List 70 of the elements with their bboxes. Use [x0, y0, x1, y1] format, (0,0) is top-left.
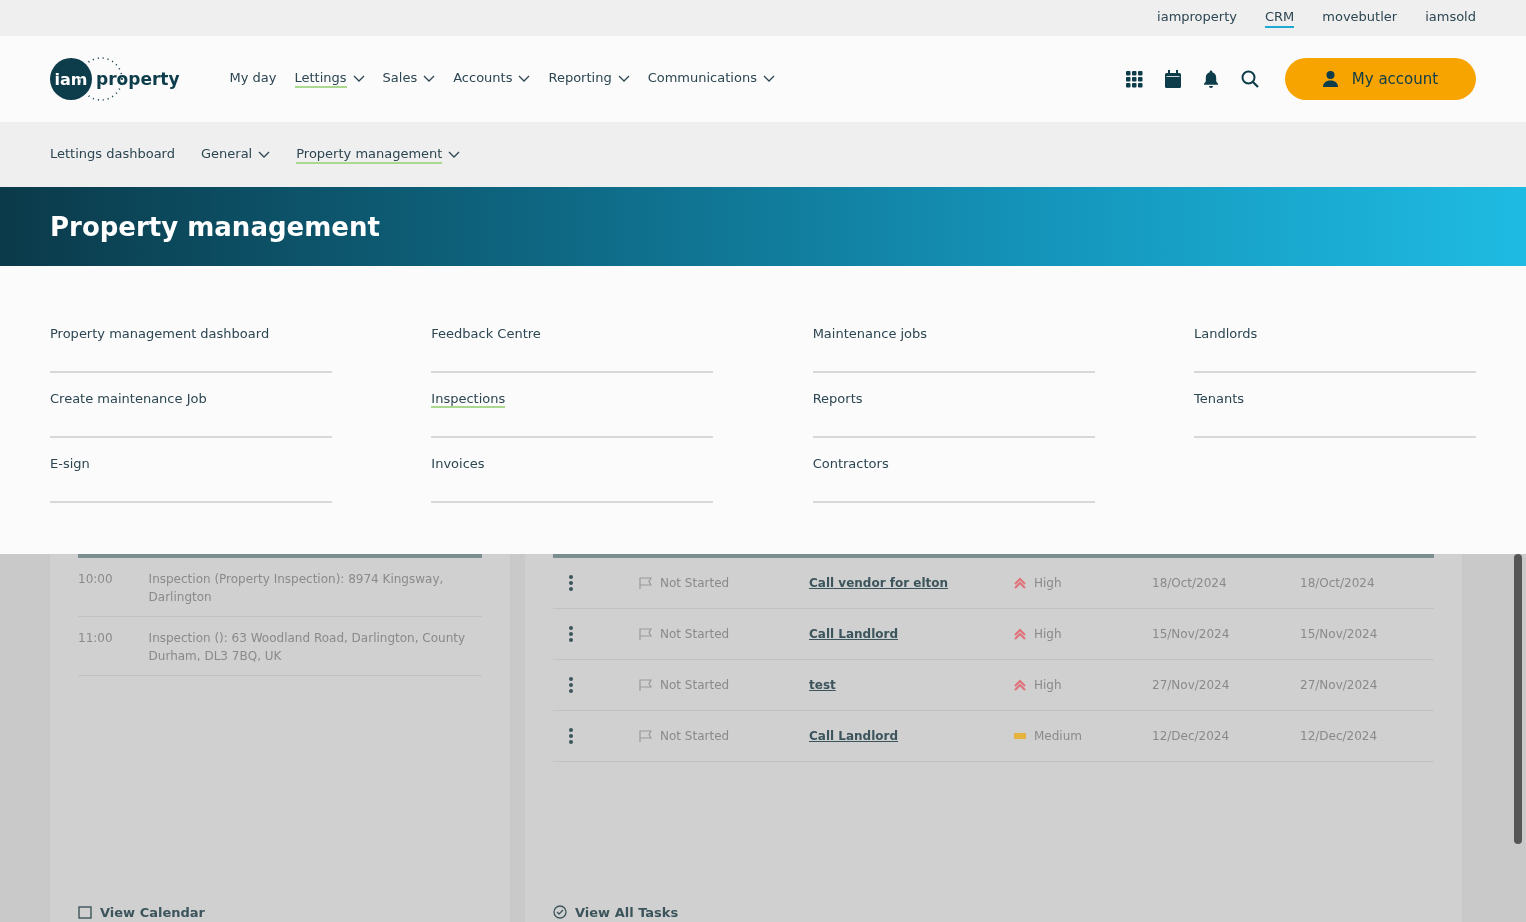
task-link[interactable]: Call Landlord — [809, 729, 899, 743]
event-text: Inspection (Property Inspection): 8974 Kingsway, Darlington — [148, 571, 445, 606]
calendar-icon[interactable] — [1165, 70, 1181, 88]
flag-icon — [639, 730, 652, 742]
menu-link[interactable]: Reports — [812, 391, 863, 408]
apps-grid-icon[interactable] — [1126, 70, 1143, 88]
nav-link[interactable]: Accounts — [453, 70, 513, 88]
subnav-link[interactable]: General — [201, 145, 253, 164]
view-calendar-link[interactable]: View Calendar — [78, 902, 482, 922]
menu-link[interactable]: Maintenance jobs — [812, 326, 928, 343]
flag-icon — [639, 628, 652, 640]
task-link[interactable]: test — [809, 678, 836, 692]
task-link[interactable]: Call vendor for elton — [809, 576, 949, 590]
menu-link[interactable]: Create maintenance Job — [50, 391, 207, 408]
task-link[interactable]: Call Landlord — [809, 627, 899, 641]
menu-link[interactable]: Landlords — [1194, 326, 1258, 343]
menu-link[interactable]: Tenants — [1194, 391, 1245, 408]
task-status: Not Started — [660, 729, 730, 743]
menu-link[interactable]: Invoices — [431, 456, 485, 473]
search-icon[interactable] — [1241, 70, 1259, 88]
nav-link[interactable]: Communications — [647, 70, 757, 88]
my-account-button[interactable]: My account — [1285, 58, 1476, 100]
task-status: Not Started — [660, 678, 730, 692]
menu-link[interactable]: E-sign — [50, 456, 90, 473]
brand-link[interactable]: movebutler — [1322, 8, 1398, 28]
task-date: 27/Nov/2024 — [1152, 678, 1231, 692]
more-icon[interactable] — [569, 728, 573, 744]
calendar-icon — [78, 905, 92, 919]
task-priority: High — [1034, 678, 1062, 692]
subnav-link[interactable]: Lettings dashboard — [50, 145, 175, 164]
page-title: Property management — [50, 211, 380, 242]
task-date: 27/Nov/2024 — [1300, 678, 1379, 692]
task-priority: High — [1034, 627, 1062, 641]
task-status: Not Started — [660, 576, 730, 590]
logo-mark: iam — [50, 58, 92, 100]
task-date: 15/Nov/2024 — [1152, 627, 1231, 641]
scrollbar[interactable] — [1514, 554, 1522, 844]
person-icon — [1322, 71, 1338, 87]
event-time: 11:00 — [78, 630, 113, 647]
task-date: 18/Oct/2024 — [1152, 576, 1228, 590]
brand-link[interactable]: CRM — [1264, 8, 1295, 28]
menu-link[interactable]: Contractors — [812, 456, 889, 473]
task-status: Not Started — [660, 627, 730, 641]
subnav-link[interactable]: Property management — [296, 145, 443, 164]
nav-link[interactable]: Sales — [382, 70, 418, 88]
nav-link[interactable]: My day — [229, 70, 277, 88]
event-time: 10:00 — [78, 571, 113, 588]
logo-wordmark: property — [96, 69, 180, 89]
brand-link[interactable]: iamproperty — [1157, 8, 1237, 28]
flag-icon — [639, 577, 652, 589]
bell-icon[interactable] — [1203, 70, 1219, 88]
task-priority: High — [1034, 576, 1062, 590]
more-icon[interactable] — [569, 575, 573, 591]
more-icon[interactable] — [569, 677, 573, 693]
nav-link[interactable]: Lettings — [294, 70, 347, 88]
task-date: 12/Dec/2024 — [1152, 729, 1231, 743]
menu-link[interactable]: Inspections — [431, 391, 506, 408]
flag-icon — [639, 679, 652, 691]
task-date: 18/Oct/2024 — [1300, 576, 1376, 590]
more-icon[interactable] — [569, 626, 573, 642]
menu-link[interactable]: Feedback Centre — [431, 326, 541, 343]
menu-link[interactable]: Property management dashboard — [50, 326, 270, 343]
view-all-tasks-link[interactable]: View All Tasks — [553, 902, 1434, 922]
brand-link[interactable]: iamsold — [1425, 8, 1476, 28]
task-date: 12/Dec/2024 — [1300, 729, 1379, 743]
check-circle-icon — [553, 905, 567, 919]
event-text: Inspection (): 63 Woodland Road, Darlington, County Durham, DL3 7BQ, UK — [148, 630, 467, 665]
nav-link[interactable]: Reporting — [548, 70, 612, 88]
task-priority: Medium — [1034, 729, 1082, 743]
task-date: 15/Nov/2024 — [1300, 627, 1379, 641]
